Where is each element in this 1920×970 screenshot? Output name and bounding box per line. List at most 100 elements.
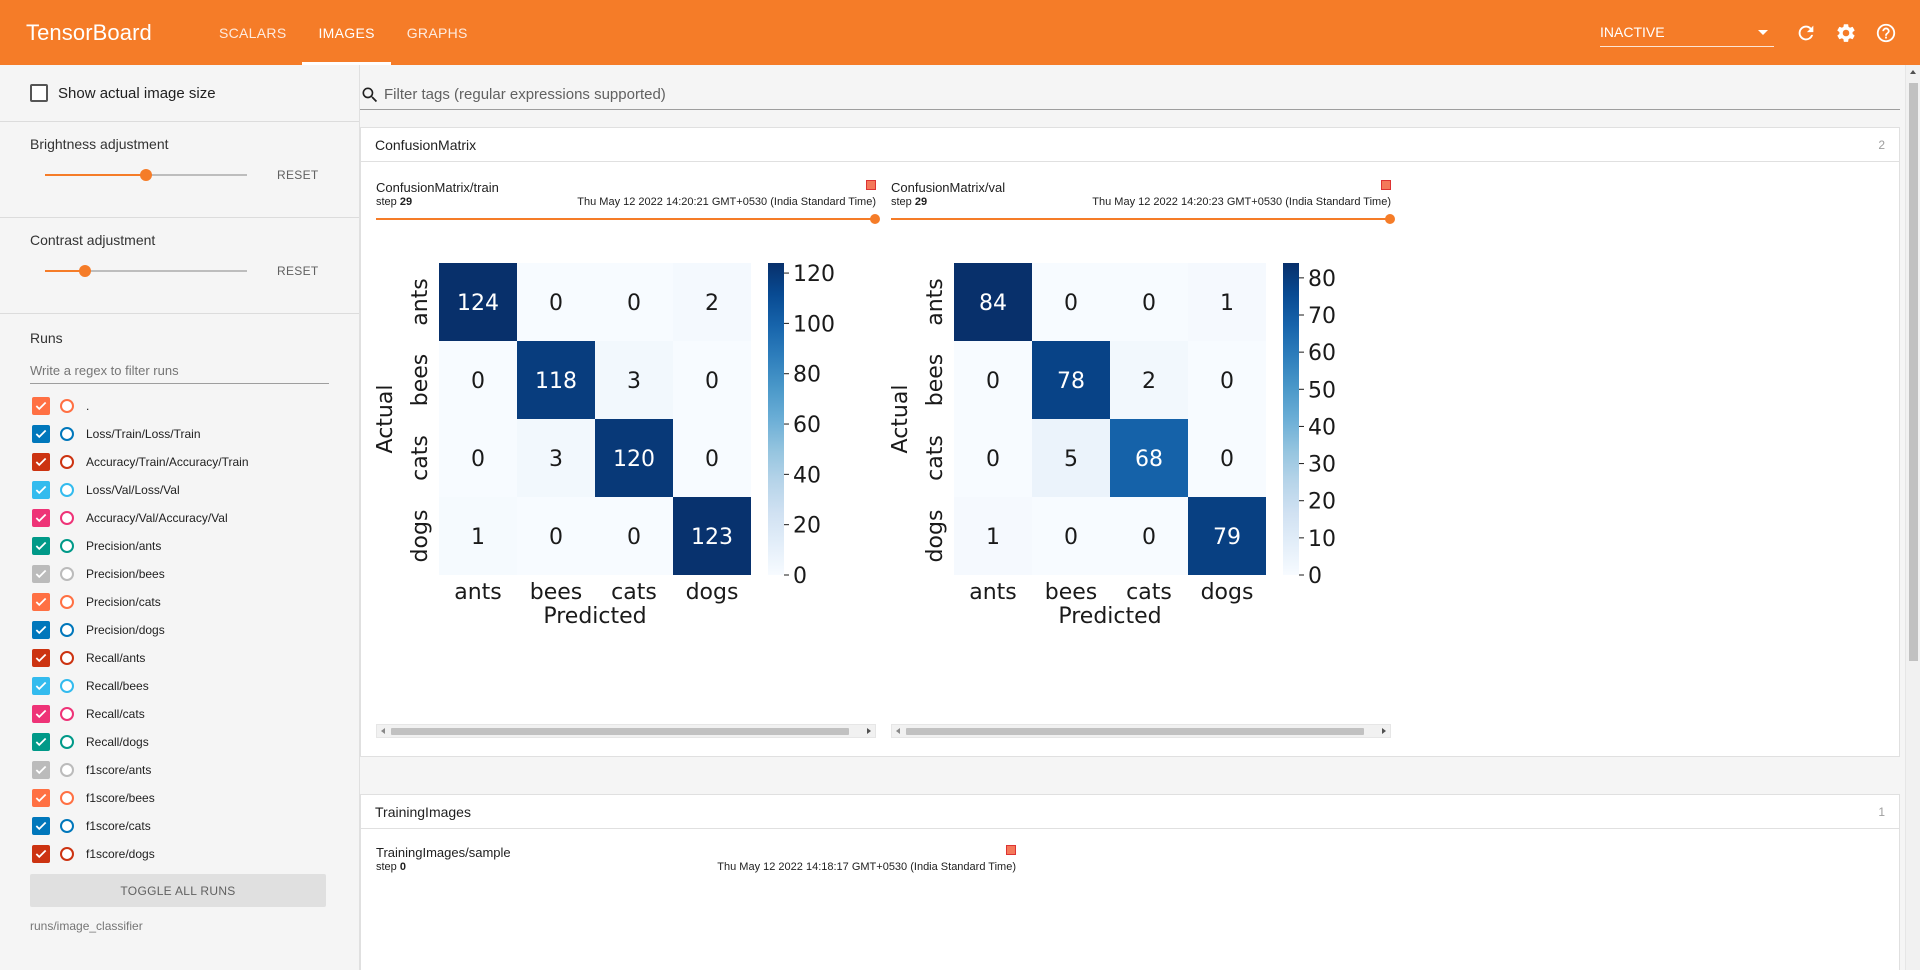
card-menu-icon[interactable] [1006,845,1016,855]
run-item[interactable]: Precision/cats [32,588,359,616]
image-scrollbar[interactable] [376,724,876,738]
run-item[interactable]: Recall/bees [32,672,359,700]
run-checkbox[interactable] [32,621,50,639]
run-checkbox[interactable] [32,733,50,751]
tab-graphs[interactable]: GRAPHS [391,0,484,65]
toggle-all-runs-button[interactable]: TOGGLE ALL RUNS [30,874,326,907]
tag-group-header[interactable]: ConfusionMatrix 2 [361,128,1899,162]
run-color-picker[interactable] [60,399,74,413]
run-name: f1score/dogs [86,847,155,861]
run-color-picker[interactable] [60,707,74,721]
run-item[interactable]: Accuracy/Val/Accuracy/Val [32,504,359,532]
tag-filter-input[interactable]: Filter tags (regular expressions support… [360,80,1900,110]
run-item[interactable]: f1score/ants [32,756,359,784]
run-item[interactable]: Precision/dogs [32,616,359,644]
run-checkbox[interactable] [32,397,50,415]
run-item[interactable]: Recall/dogs [32,728,359,756]
settings-button[interactable] [1826,13,1866,53]
brightness-slider-knob[interactable] [140,169,152,181]
runs-filter-input[interactable]: Write a regex to filter runs [30,358,329,384]
x-axis-label: Predicted [543,604,646,629]
run-checkbox[interactable] [32,789,50,807]
image-scrollbar[interactable] [891,724,1391,738]
colorbar [768,263,784,575]
run-item[interactable]: Recall/cats [32,700,359,728]
run-item[interactable]: . [32,392,359,420]
contrast-slider[interactable] [45,261,247,281]
run-color-picker[interactable] [60,455,74,469]
tab-images[interactable]: IMAGES [302,0,391,65]
run-color-picker[interactable] [60,847,74,861]
run-checkbox[interactable] [32,649,50,667]
run-item[interactable]: Accuracy/Train/Accuracy/Train [32,448,359,476]
heatmap-cell-value: 0 [1142,525,1156,550]
run-checkbox[interactable] [32,453,50,471]
run-checkbox[interactable] [32,481,50,499]
run-item[interactable]: f1score/bees [32,784,359,812]
run-item[interactable]: Loss/Val/Loss/Val [32,476,359,504]
run-color-picker[interactable] [60,763,74,777]
run-color-picker[interactable] [60,735,74,749]
run-name: Precision/bees [86,567,165,581]
inactive-dashboards-select[interactable]: INACTIVE [1600,19,1774,47]
brightness-slider[interactable] [45,165,247,185]
main-content: Filter tags (regular expressions support… [360,65,1900,970]
run-name: f1score/bees [86,791,155,805]
top-app-bar: TensorBoard SCALARS IMAGES GRAPHS INACTI… [0,0,1920,65]
run-color-picker[interactable] [60,595,74,609]
check-icon [35,737,47,747]
run-checkbox[interactable] [32,677,50,695]
run-color-picker[interactable] [60,567,74,581]
run-color-picker[interactable] [60,679,74,693]
run-item[interactable]: f1score/dogs [32,840,359,868]
heatmap-cell-value: 0 [705,447,719,472]
run-checkbox[interactable] [32,509,50,527]
y-tick-label: bees [408,354,433,407]
heatmap-cell-value: 3 [627,369,641,394]
run-checkbox[interactable] [32,817,50,835]
run-color-picker[interactable] [60,651,74,665]
reload-button[interactable] [1786,13,1826,53]
x-axis-label: Predicted [1058,604,1161,629]
run-checkbox[interactable] [32,761,50,779]
show-actual-size-checkbox[interactable] [30,84,48,102]
run-item[interactable]: Precision/ants [32,532,359,560]
colorbar-tick-label: 80 [1308,267,1336,292]
contrast-reset-button[interactable]: RESET [277,264,319,278]
run-color-picker[interactable] [60,427,74,441]
run-checkbox[interactable] [32,705,50,723]
page-scrollbar-thumb[interactable] [1909,83,1918,661]
step-slider[interactable] [891,214,1395,224]
run-color-picker[interactable] [60,791,74,805]
run-item[interactable]: Loss/Train/Loss/Train [32,420,359,448]
step-slider[interactable] [376,214,880,224]
page-scrollbar[interactable] [1905,65,1920,970]
run-item[interactable]: f1score/cats [32,812,359,840]
run-checkbox[interactable] [32,537,50,555]
tab-scalars[interactable]: SCALARS [203,0,302,65]
card-menu-icon[interactable] [1381,180,1391,190]
run-color-picker[interactable] [60,483,74,497]
tag-group-count: 2 [1878,137,1885,152]
brightness-reset-button[interactable]: RESET [277,168,319,182]
run-checkbox[interactable] [32,425,50,443]
contrast-slider-knob[interactable] [79,265,92,277]
run-color-picker[interactable] [60,511,74,525]
run-item[interactable]: Precision/bees [32,560,359,588]
colorbar-tick-label: 50 [1308,378,1336,403]
run-item[interactable]: Recall/ants [32,644,359,672]
tag-group-header[interactable]: TrainingImages 1 [361,795,1899,829]
run-checkbox[interactable] [32,593,50,611]
contrast-section: Contrast adjustment RESET [0,218,359,314]
run-color-picker[interactable] [60,819,74,833]
run-checkbox[interactable] [32,845,50,863]
step-slider-knob[interactable] [870,214,880,224]
step-slider-knob[interactable] [1385,214,1395,224]
heatmap-cell-value: 0 [627,291,641,316]
run-color-picker[interactable] [60,623,74,637]
heatmap-cell-value: 0 [1220,369,1234,394]
card-menu-icon[interactable] [866,180,876,190]
run-color-picker[interactable] [60,539,74,553]
help-button[interactable] [1866,13,1906,53]
run-checkbox[interactable] [32,565,50,583]
